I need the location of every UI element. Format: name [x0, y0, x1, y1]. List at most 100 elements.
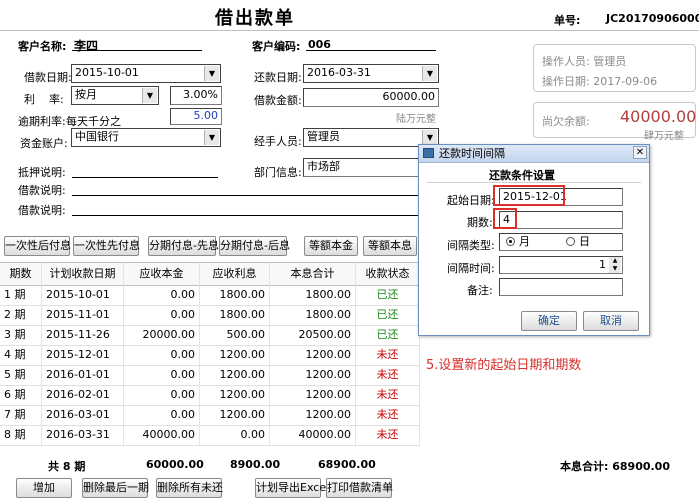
cell-period: 7 期 — [0, 405, 42, 425]
installment-post-interest-button[interactable]: 分期付息-后息 — [219, 236, 290, 256]
radio-day[interactable]: 日 — [566, 234, 590, 250]
amount-input[interactable]: 60000.00 — [303, 88, 439, 107]
mortgage-underline[interactable] — [72, 177, 218, 178]
account-label: 资金账户: — [20, 137, 68, 150]
chevron-down-icon[interactable]: ▼ — [422, 66, 437, 81]
cell-status: 未还 — [356, 405, 420, 425]
equal-installment-button[interactable]: 等额本息 — [363, 236, 417, 256]
summary-grand-total: 本息合计: 68900.00 — [560, 460, 670, 473]
cell-total: 20500.00 — [270, 325, 356, 345]
loan-date-label: 借款日期: — [24, 71, 72, 84]
once-post-interest-button[interactable]: 一次性后付息 — [4, 236, 71, 256]
once-pre-interest-button[interactable]: 一次性先付息 — [73, 236, 140, 256]
periods-highlight — [493, 208, 517, 229]
dept-input[interactable]: 市场部 — [303, 158, 423, 177]
loan-note-underline[interactable] — [72, 195, 422, 196]
summary-count: 共 8 期 — [48, 460, 86, 473]
periods-input[interactable]: 4 — [499, 211, 623, 229]
loan-date-value: 2015-10-01 — [75, 66, 139, 79]
balance-value: 40000.00 — [620, 107, 697, 126]
table-row[interactable]: 2 期 2015-11-01 0.00 1800.00 1800.00 已还 — [0, 305, 420, 326]
delete-last-button[interactable]: 删除最后一期 — [82, 478, 149, 498]
account-combo[interactable]: 中国银行 ▼ — [71, 128, 221, 147]
number-label: 单号: — [554, 14, 581, 27]
radio-day-label: 日 — [579, 235, 590, 248]
cell-total: 1800.00 — [270, 305, 356, 325]
col-header[interactable]: 期数 — [0, 263, 42, 285]
table-row[interactable]: 7 期 2016-03-01 0.00 1200.00 1200.00 未还 — [0, 405, 420, 426]
start-date-highlight — [493, 185, 565, 206]
annotation-text: 5.设置新的起始日期和期数 — [426, 358, 582, 373]
cell-period: 3 期 — [0, 325, 42, 345]
installment-pre-interest-button[interactable]: 分期付息-先息 — [148, 236, 219, 256]
radio-month[interactable]: 月 — [506, 234, 530, 250]
dialog-titlebar[interactable]: 还款时间间隔 ✕ — [419, 145, 649, 163]
loan-date-combo[interactable]: 2015-10-01 ▼ — [71, 64, 221, 83]
cell-principal: 20000.00 — [124, 325, 200, 345]
periods-label: 期数: — [467, 216, 493, 229]
loan-note2-label: 借款说明: — [18, 204, 66, 217]
equal-principal-button[interactable]: 等额本金 — [304, 236, 358, 256]
customer-name-value[interactable]: 李四 — [74, 37, 98, 54]
chevron-down-icon[interactable]: ▼ — [422, 130, 437, 145]
print-list-button[interactable]: 打印借款清单 — [326, 478, 393, 498]
repay-date-combo[interactable]: 2016-03-31 ▼ — [303, 64, 439, 83]
col-header[interactable]: 收款状态 — [356, 263, 420, 285]
stepper-up-icon[interactable]: ▲ — [609, 257, 621, 265]
form-title: 借出款单 — [215, 8, 295, 29]
ok-button[interactable]: 确定 — [521, 311, 577, 331]
col-header[interactable]: 应收本金 — [124, 263, 200, 285]
rate-period-combo[interactable]: 按月 ▼ — [71, 86, 159, 105]
repay-date-value: 2016-03-31 — [307, 66, 371, 79]
stepper-down-icon[interactable]: ▼ — [609, 265, 621, 273]
remark-input[interactable] — [499, 278, 623, 296]
col-header[interactable]: 本息合计 — [270, 263, 356, 285]
cell-total: 40000.00 — [270, 425, 356, 445]
op-date-text: 操作日期: 2017-09-06 — [542, 75, 658, 88]
cell-period: 5 期 — [0, 365, 42, 385]
overdue-rate-input[interactable]: 5.00 — [170, 108, 222, 125]
interval-time-stepper[interactable]: 1 ▲ ▼ — [499, 256, 623, 274]
close-icon[interactable]: ✕ — [633, 146, 647, 159]
cell-total: 1200.00 — [270, 385, 356, 405]
chevron-down-icon[interactable]: ▼ — [142, 88, 157, 103]
export-excel-button[interactable]: 计划导出Excel — [255, 478, 329, 498]
interval-type-group: 月 日 — [499, 233, 623, 251]
add-button[interactable]: 增加 — [16, 478, 72, 498]
cell-total: 1200.00 — [270, 405, 356, 425]
cell-period: 8 期 — [0, 425, 42, 445]
radio-unchecked-icon[interactable] — [566, 237, 575, 246]
radio-checked-icon[interactable] — [506, 237, 515, 246]
cell-interest: 1200.00 — [200, 405, 270, 425]
chevron-down-icon[interactable]: ▼ — [204, 130, 219, 145]
customer-code-underline — [306, 50, 436, 51]
table-row[interactable]: 4 期 2015-12-01 0.00 1200.00 1200.00 未还 — [0, 345, 420, 366]
cell-status: 未还 — [356, 425, 420, 445]
amount-label: 借款金额: — [254, 94, 302, 107]
number-value: JC20170906000 — [606, 12, 699, 25]
balance-panel: 尚欠余额: 40000.00 肆万元整 — [533, 102, 697, 142]
start-date-label: 起始日期: — [447, 194, 495, 207]
delete-unpaid-button[interactable]: 删除所有未还 — [156, 478, 223, 498]
customer-code-label: 客户编码: — [252, 40, 301, 53]
cancel-button[interactable]: 取消 — [583, 311, 639, 331]
dept-label: 部门信息: — [254, 166, 302, 179]
interval-time-value: 1 — [599, 258, 606, 271]
table-row[interactable]: 1 期 2015-10-01 0.00 1800.00 1800.00 已还 — [0, 285, 420, 306]
table-row[interactable]: 3 期 2015-11-26 20000.00 500.00 20500.00 … — [0, 325, 420, 346]
rate-value-input[interactable]: 3.00% — [170, 86, 222, 105]
cell-date: 2015-11-01 — [42, 305, 124, 325]
chevron-down-icon[interactable]: ▼ — [204, 66, 219, 81]
table-row[interactable]: 5 期 2016-01-01 0.00 1200.00 1200.00 未还 — [0, 365, 420, 386]
interval-time-label: 间隔时间: — [447, 262, 495, 275]
table-row[interactable]: 6 期 2016-02-01 0.00 1200.00 1200.00 未还 — [0, 385, 420, 406]
cell-period: 2 期 — [0, 305, 42, 325]
col-header[interactable]: 计划收款日期 — [42, 263, 124, 285]
table-row[interactable]: 8 期 2016-03-31 40000.00 0.00 40000.00 未还 — [0, 425, 420, 446]
radio-month-label: 月 — [519, 235, 530, 248]
loan-note2-underline[interactable] — [72, 215, 422, 216]
cell-principal: 0.00 — [124, 305, 200, 325]
operator-text: 操作人员: 管理员 — [542, 55, 627, 68]
col-header[interactable]: 应收利息 — [200, 263, 270, 285]
overdue-label: 逾期利率: — [18, 115, 66, 128]
